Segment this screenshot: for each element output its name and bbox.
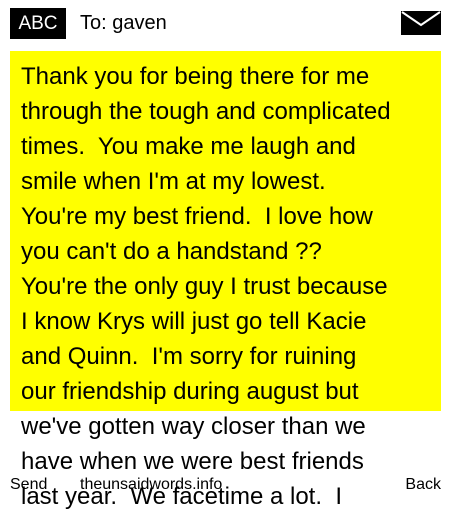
- envelope-icon: [401, 11, 441, 35]
- message-line: You're the only guy I trust because: [21, 273, 388, 300]
- message-body[interactable]: Thank you for being there for me through…: [21, 59, 439, 514]
- message-line: You're my best friend. I love how: [21, 203, 373, 230]
- send-softkey[interactable]: Send: [10, 474, 47, 496]
- message-line: through the tough and complicated: [21, 98, 391, 125]
- back-softkey[interactable]: Back: [405, 474, 441, 496]
- message-line: times. You make me laugh and: [21, 133, 356, 160]
- message-line: and Quinn. I'm sorry for ruining: [21, 343, 357, 370]
- message-line: you can't do a handstand ??: [21, 238, 322, 265]
- site-label: theunsaidwords.info: [80, 476, 223, 493]
- message-line: Thank you for being there for me: [21, 63, 370, 90]
- message-header: ABC To: gaven: [0, 0, 450, 48]
- input-mode-indicator[interactable]: ABC: [10, 8, 66, 39]
- message-line: our friendship during august but: [21, 378, 359, 405]
- recipient-field[interactable]: To: gaven: [80, 8, 167, 39]
- message-line: smile when I'm at my lowest.: [21, 168, 326, 195]
- message-line: we've gotten way closer than we: [21, 413, 366, 440]
- message-line: I know Krys will just go tell Kacie: [21, 308, 367, 335]
